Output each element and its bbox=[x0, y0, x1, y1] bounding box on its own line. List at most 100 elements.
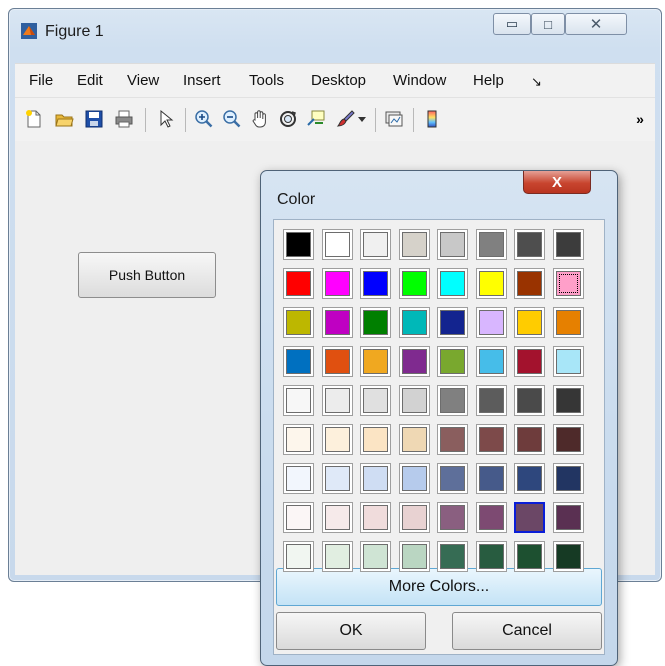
minimize-button[interactable]: ▭ bbox=[493, 13, 531, 35]
swatch-cell[interactable] bbox=[360, 307, 391, 338]
swatch-cell[interactable] bbox=[552, 346, 584, 377]
open-folder-icon[interactable] bbox=[53, 108, 75, 130]
swatch-cell[interactable] bbox=[283, 463, 314, 494]
zoom-out-icon[interactable] bbox=[221, 108, 243, 130]
menu-insert[interactable]: Insert bbox=[183, 72, 221, 89]
swatch-cell[interactable] bbox=[398, 346, 430, 377]
swatch-cell[interactable] bbox=[475, 346, 507, 377]
menu-tools[interactable]: Tools bbox=[249, 72, 284, 89]
swatch-cell[interactable] bbox=[321, 229, 353, 260]
colorbar-icon[interactable] bbox=[421, 108, 443, 130]
swatch-cell[interactable] bbox=[321, 502, 353, 533]
save-icon[interactable] bbox=[83, 108, 105, 130]
swatch-cell[interactable] bbox=[437, 502, 468, 533]
swatch-cell[interactable] bbox=[514, 463, 545, 494]
swatch-cell[interactable] bbox=[360, 463, 391, 494]
swatch-cell[interactable] bbox=[475, 541, 507, 572]
swatch-cell[interactable] bbox=[514, 385, 545, 416]
swatch-cell[interactable] bbox=[321, 424, 353, 455]
swatch-cell[interactable] bbox=[321, 307, 353, 338]
swatch-cell[interactable] bbox=[283, 424, 314, 455]
swatch-cell[interactable] bbox=[360, 541, 391, 572]
swatch-cell[interactable] bbox=[514, 424, 545, 455]
swatch-cell[interactable] bbox=[475, 229, 507, 260]
swatch-cell[interactable] bbox=[552, 385, 584, 416]
swatch-cell[interactable] bbox=[437, 541, 468, 572]
swatch-cell[interactable] bbox=[552, 541, 584, 572]
rotate-3d-icon[interactable] bbox=[277, 108, 299, 130]
swatch-cell[interactable] bbox=[552, 229, 584, 260]
swatch-cell[interactable] bbox=[398, 424, 430, 455]
swatch-cell[interactable] bbox=[475, 424, 507, 455]
swatch-cell[interactable] bbox=[360, 502, 391, 533]
swatch-cell[interactable] bbox=[475, 307, 507, 338]
swatch-cell[interactable] bbox=[514, 307, 545, 338]
menu-file[interactable]: File bbox=[29, 72, 53, 89]
swatch-cell[interactable] bbox=[283, 346, 314, 377]
swatch-cell[interactable] bbox=[398, 385, 430, 416]
swatch-cell[interactable] bbox=[283, 268, 314, 299]
print-icon[interactable] bbox=[113, 108, 135, 130]
pan-hand-icon[interactable] bbox=[249, 108, 271, 130]
swatch-cell[interactable] bbox=[321, 385, 353, 416]
menu-view[interactable]: View bbox=[127, 72, 159, 89]
swatch-cell[interactable] bbox=[437, 268, 468, 299]
menu-help[interactable]: Help bbox=[473, 72, 504, 89]
swatch-cell[interactable] bbox=[475, 268, 507, 299]
swatch-cell[interactable] bbox=[437, 346, 468, 377]
swatch-cell[interactable] bbox=[514, 229, 545, 260]
swatch-cell[interactable] bbox=[552, 463, 584, 494]
swatch-cell[interactable] bbox=[398, 502, 430, 533]
swatch-cell[interactable] bbox=[514, 268, 545, 299]
swatch-cell[interactable] bbox=[514, 502, 545, 533]
dialog-close-button[interactable]: X bbox=[523, 171, 591, 194]
pointer-icon[interactable] bbox=[155, 108, 177, 130]
menu-window[interactable]: Window bbox=[393, 72, 446, 89]
swatch-cell[interactable] bbox=[475, 463, 507, 494]
toolbar-overflow-icon[interactable]: » bbox=[629, 108, 651, 130]
ok-button[interactable]: OK bbox=[276, 612, 426, 650]
new-figure-icon[interactable] bbox=[23, 108, 45, 130]
swatch-cell[interactable] bbox=[475, 502, 507, 533]
swatch-cell[interactable] bbox=[321, 268, 353, 299]
swatch-cell[interactable] bbox=[360, 346, 391, 377]
swatch-cell[interactable] bbox=[283, 541, 314, 572]
swatch-cell[interactable] bbox=[321, 541, 353, 572]
swatch-cell[interactable] bbox=[398, 541, 430, 572]
swatch-cell[interactable] bbox=[475, 385, 507, 416]
swatch-cell[interactable] bbox=[437, 463, 468, 494]
swatch-cell[interactable] bbox=[398, 463, 430, 494]
swatch-cell[interactable] bbox=[360, 229, 391, 260]
push-button[interactable]: Push Button bbox=[78, 252, 216, 298]
more-colors-button[interactable]: More Colors... bbox=[276, 568, 602, 606]
swatch-cell[interactable] bbox=[514, 346, 545, 377]
swatch-cell[interactable] bbox=[398, 307, 430, 338]
swatch-cell[interactable] bbox=[437, 229, 468, 260]
zoom-in-icon[interactable] bbox=[193, 108, 215, 130]
swatch-cell[interactable] bbox=[437, 424, 468, 455]
menu-desktop[interactable]: Desktop bbox=[311, 72, 366, 89]
swatch-cell[interactable] bbox=[514, 541, 545, 572]
swatch-cell[interactable] bbox=[360, 424, 391, 455]
brush-icon[interactable] bbox=[335, 108, 357, 130]
swatch-cell[interactable] bbox=[321, 463, 353, 494]
swatch-cell[interactable] bbox=[283, 502, 314, 533]
swatch-cell[interactable] bbox=[321, 346, 353, 377]
close-window-button[interactable]: ✕ bbox=[565, 13, 627, 35]
dock-arrow-icon[interactable]: ↘ bbox=[531, 74, 542, 90]
swatch-cell[interactable] bbox=[283, 385, 314, 416]
menu-edit[interactable]: Edit bbox=[77, 72, 103, 89]
maximize-button[interactable]: □ bbox=[531, 13, 565, 35]
swatch-cell[interactable] bbox=[552, 307, 584, 338]
data-cursor-icon[interactable] bbox=[305, 108, 327, 130]
swatch-cell[interactable] bbox=[552, 268, 584, 299]
swatch-cell[interactable] bbox=[552, 424, 584, 455]
swatch-cell[interactable] bbox=[360, 385, 391, 416]
dropdown-arrow-icon[interactable] bbox=[357, 108, 367, 130]
swatch-cell[interactable] bbox=[360, 268, 391, 299]
link-plot-icon[interactable] bbox=[383, 108, 405, 130]
swatch-cell[interactable] bbox=[398, 268, 430, 299]
cancel-button[interactable]: Cancel bbox=[452, 612, 602, 650]
swatch-cell[interactable] bbox=[398, 229, 430, 260]
swatch-cell[interactable] bbox=[437, 307, 468, 338]
